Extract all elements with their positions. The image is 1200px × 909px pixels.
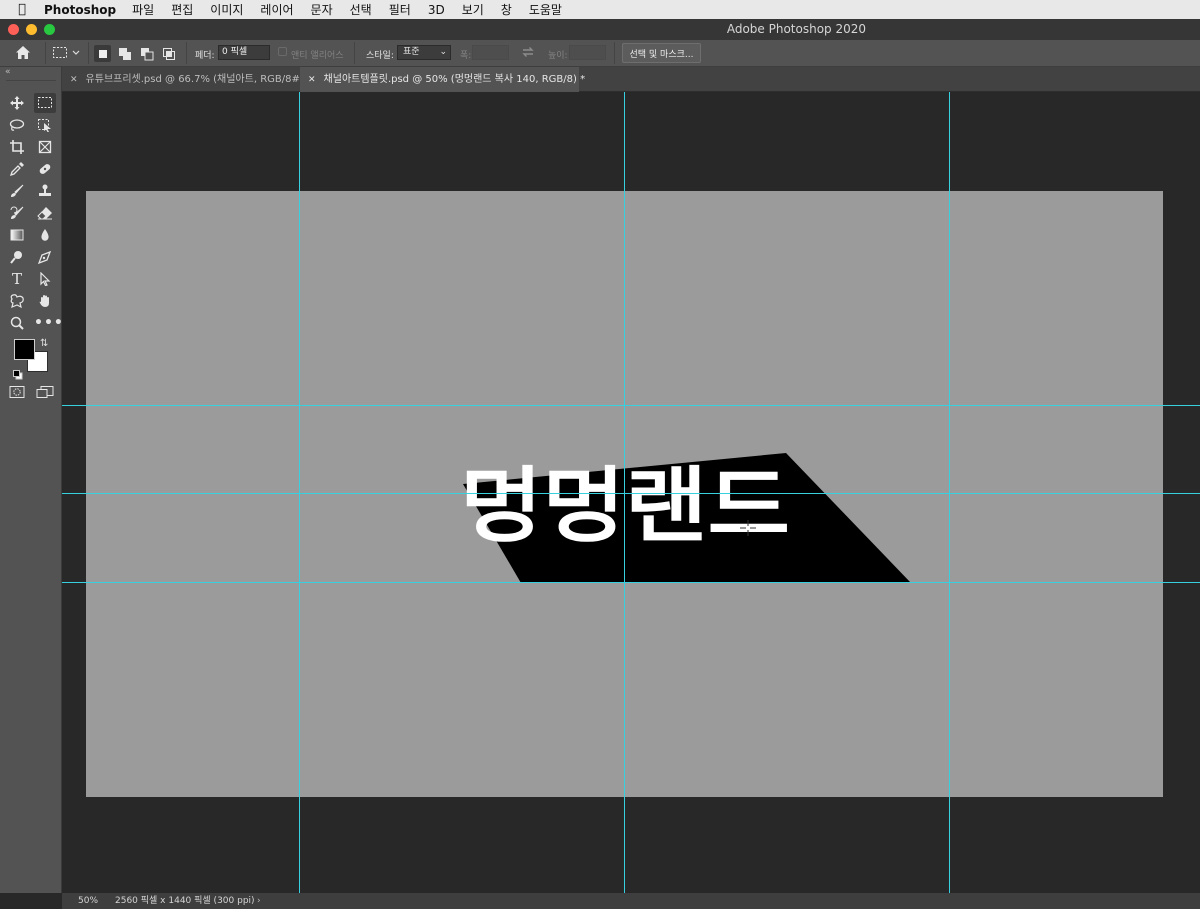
menu-window[interactable]: 창 <box>501 1 512 18</box>
menu-bar:  Photoshop 파일 편집 이미지 레이어 문자 선택 필터 3D 보기… <box>0 0 1200 19</box>
clone-stamp-tool-icon[interactable] <box>34 181 56 201</box>
swap-colors-icon[interactable]: ⇅ <box>40 338 48 349</box>
zoom-tool-icon[interactable] <box>6 313 28 333</box>
pen-tool-icon[interactable] <box>34 247 56 267</box>
minimize-window-button[interactable] <box>26 24 37 35</box>
screen-mode-icon[interactable] <box>36 384 54 403</box>
style-label: 스타일: <box>366 51 394 61</box>
options-divider <box>88 42 89 64</box>
more-tools-icon[interactable]: ••• <box>34 313 63 333</box>
chevron-down-icon: ⌄ <box>439 47 447 57</box>
type-tool-icon[interactable]: T <box>6 269 28 289</box>
photoshop-window:  Photoshop 파일 편집 이미지 레이어 문자 선택 필터 3D 보기… <box>0 0 1200 909</box>
height-input[interactable] <box>569 45 606 60</box>
style-select-value: 표준 <box>403 47 420 57</box>
height-label: 높이: <box>548 51 568 61</box>
document-canvas[interactable]: 멍멍랜드 <box>62 92 1200 893</box>
tab-youtube-preset[interactable]: ✕ 유튜브프리셋.psd @ 66.7% (채널아트, RGB/8#) <box>62 67 304 92</box>
eraser-tool-icon[interactable] <box>34 203 56 223</box>
lasso-tool-icon[interactable] <box>6 115 28 135</box>
menu-type[interactable]: 문자 <box>311 1 333 18</box>
chevron-right-icon[interactable]: › <box>257 893 261 909</box>
close-tab-icon[interactable]: ✕ <box>308 75 316 85</box>
menu-3d[interactable]: 3D <box>428 3 445 17</box>
crosshair-cursor-icon <box>740 520 756 536</box>
document-info: 2560 픽셀 x 1440 픽셀 (300 ppi) <box>115 896 255 906</box>
document-tabs: ✕ 유튜브프리셋.psd @ 66.7% (채널아트, RGB/8#) ✕ 채널아트… <box>62 67 1200 92</box>
options-divider <box>354 42 355 64</box>
feather-input[interactable]: 0 픽셀 <box>218 45 270 60</box>
frame-tool-icon[interactable] <box>34 137 56 157</box>
window-title: Adobe Photoshop 2020 <box>726 22 866 36</box>
antialias-label: 앤티 앨리어스 <box>291 51 344 61</box>
blur-tool-icon[interactable] <box>34 225 56 245</box>
move-tool-icon[interactable] <box>6 93 28 113</box>
menu-help[interactable]: 도움말 <box>529 1 562 18</box>
brush-tool-icon[interactable] <box>6 181 28 201</box>
subtract-selection-icon[interactable] <box>138 45 155 62</box>
guide-horizontal[interactable] <box>62 582 1200 583</box>
gradient-tool-icon[interactable] <box>6 225 28 245</box>
menu-view[interactable]: 보기 <box>462 1 484 18</box>
menu-layer[interactable]: 레이어 <box>260 1 293 18</box>
menu-select[interactable]: 선택 <box>350 1 372 18</box>
crop-tool-icon[interactable] <box>6 137 28 157</box>
tab-label: 유튜브프리셋.psd @ 66.7% (채널아트, RGB/8#) <box>85 74 304 85</box>
width-label: 폭: <box>460 51 472 61</box>
dodge-tool-icon[interactable] <box>6 247 28 267</box>
eyedropper-tool-icon[interactable] <box>6 159 28 179</box>
feather-label: 페더: <box>195 51 215 61</box>
toolbar-divider <box>6 80 56 81</box>
object-selection-tool-icon[interactable] <box>34 115 56 135</box>
close-tab-icon[interactable]: ✕ <box>70 75 78 85</box>
swap-dimensions-icon[interactable] <box>521 45 535 62</box>
home-icon[interactable] <box>15 45 31 63</box>
tools-panel: « T ••• ⇅ <box>0 67 63 893</box>
antialias-checkbox[interactable] <box>278 47 287 56</box>
options-bar: 페더: 0 픽셀 앤티 앨리어스 스타일: 표준 ⌄ 폭: 높이: 선택 및 마… <box>0 40 1200 67</box>
marquee-preset-icon[interactable] <box>52 45 82 64</box>
add-selection-icon[interactable] <box>116 45 133 62</box>
default-colors-icon[interactable] <box>13 365 23 384</box>
guide-horizontal[interactable] <box>62 405 1200 406</box>
apple-icon[interactable]:  <box>0 2 44 17</box>
options-divider <box>186 42 187 64</box>
headline-text: 멍멍랜드 <box>460 459 790 554</box>
menu-filter[interactable]: 필터 <box>389 1 411 18</box>
menu-image[interactable]: 이미지 <box>210 1 243 18</box>
healing-brush-tool-icon[interactable] <box>34 159 56 179</box>
status-bar: 50% 2560 픽셀 x 1440 픽셀 (300 ppi) › <box>62 893 1200 909</box>
new-selection-icon[interactable] <box>94 45 111 62</box>
select-and-mask-button[interactable]: 선택 및 마스크... <box>622 43 701 63</box>
marquee-tool-icon[interactable] <box>34 93 56 113</box>
guide-horizontal[interactable] <box>62 493 1200 494</box>
custom-shape-tool-icon[interactable] <box>6 291 28 311</box>
quick-mask-icon[interactable] <box>9 384 25 403</box>
menu-file[interactable]: 파일 <box>132 1 154 18</box>
tab-channel-art-template[interactable]: ✕ 채널아트템플릿.psd @ 50% (멍멍랜드 복사 140, RGB/8) … <box>300 67 585 92</box>
menu-edit[interactable]: 편집 <box>171 1 193 18</box>
menu-app-name[interactable]: Photoshop <box>44 3 116 17</box>
zoom-window-button[interactable] <box>44 24 55 35</box>
zoom-level[interactable]: 50% <box>78 893 98 909</box>
history-brush-tool-icon[interactable] <box>6 203 28 223</box>
intersect-selection-icon[interactable] <box>160 45 177 62</box>
hand-tool-icon[interactable] <box>34 291 56 311</box>
close-window-button[interactable] <box>8 24 19 35</box>
width-input[interactable] <box>472 45 509 60</box>
style-select[interactable]: 표준 ⌄ <box>397 45 451 60</box>
collapse-panel-icon[interactable]: « <box>5 67 11 77</box>
path-selection-tool-icon[interactable] <box>34 269 56 289</box>
options-divider <box>614 42 615 64</box>
options-divider <box>45 42 46 64</box>
tab-label: 채널아트템플릿.psd @ 50% (멍멍랜드 복사 140, RGB/8) * <box>323 74 586 85</box>
title-bar: Adobe Photoshop 2020 <box>0 19 1200 40</box>
foreground-color-swatch[interactable] <box>14 339 35 360</box>
